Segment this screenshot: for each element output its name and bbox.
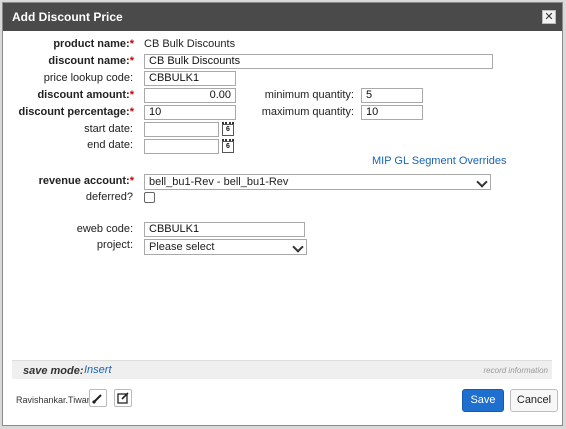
discount-name-label: discount name:* [48, 55, 134, 67]
maximum-quantity-field[interactable]: 10 [361, 105, 423, 120]
chevron-down-icon [476, 176, 488, 188]
maximum-quantity-label: maximum quantity: [261, 106, 354, 118]
save-mode-bar: save mode: Insert record information [12, 360, 552, 379]
mip-gl-segment-overrides-link[interactable]: MIP GL Segment Overrides [372, 155, 507, 167]
eweb-code-label: eweb code: [76, 223, 133, 235]
price-lookup-code-label: price lookup code: [43, 72, 133, 84]
user-name: Ravishankar.Tiwari [16, 395, 92, 405]
product-name-label: product name:* [53, 38, 134, 50]
product-name-value: CB Bulk Discounts [144, 38, 236, 50]
price-lookup-code-field[interactable]: CBBULK1 [144, 71, 236, 86]
save-button[interactable]: Save [462, 389, 504, 412]
brush-icon[interactable] [89, 389, 107, 407]
minimum-quantity-label: minimum quantity: [264, 89, 354, 101]
revenue-account-label: revenue account:* [38, 175, 134, 187]
start-date-field[interactable] [144, 122, 219, 137]
start-date-label: start date: [84, 123, 133, 135]
discount-percentage-field[interactable]: 10 [144, 105, 236, 120]
project-value: Please select [149, 241, 215, 253]
discount-amount-label: discount amount:* [37, 89, 134, 101]
cancel-button[interactable]: Cancel [510, 389, 558, 412]
eweb-code-field[interactable]: CBBULK1 [144, 222, 305, 237]
chevron-down-icon [292, 241, 304, 253]
dialog-title: Add Discount Price [12, 10, 123, 24]
discount-percentage-label: discount percentage:* [18, 106, 134, 118]
deferred-label: deferred? [85, 191, 133, 203]
revenue-account-select[interactable]: bell_bu1-Rev - bell_bu1-Rev [144, 174, 491, 190]
end-date-field[interactable] [144, 139, 219, 154]
close-icon[interactable]: ✕ [542, 10, 556, 24]
save-mode-value[interactable]: Insert [84, 364, 112, 376]
discount-amount-field[interactable]: 0.00 [144, 88, 236, 103]
save-mode-label: save mode: [23, 365, 84, 377]
discount-name-field[interactable]: CB Bulk Discounts [144, 54, 493, 69]
dialog-titlebar: Add Discount Price ✕ [3, 3, 562, 31]
minimum-quantity-field[interactable]: 5 [361, 88, 423, 103]
project-label: project: [96, 239, 133, 251]
project-select[interactable]: Please select [144, 239, 307, 255]
end-date-label: end date: [87, 139, 133, 151]
calendar-icon[interactable]: 6 [222, 122, 234, 136]
deferred-checkbox[interactable] [144, 192, 155, 203]
add-discount-price-dialog: Add Discount Price ✕ product name:* CB B… [2, 2, 563, 426]
record-information-link[interactable]: record information [484, 366, 548, 375]
revenue-account-value: bell_bu1-Rev - bell_bu1-Rev [149, 176, 289, 188]
calendar-icon[interactable]: 6 [222, 139, 234, 153]
edit-icon[interactable] [114, 389, 132, 407]
